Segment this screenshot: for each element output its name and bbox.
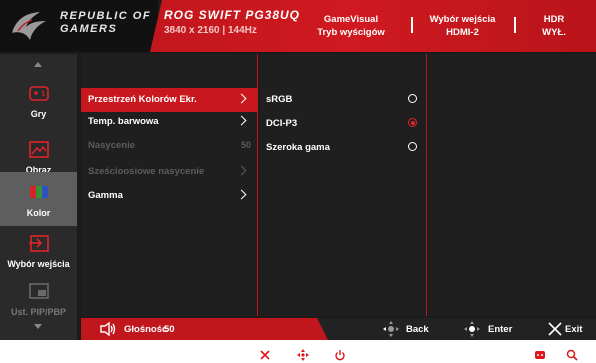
scroll-up-icon[interactable] [34, 62, 42, 67]
detail-panel [428, 54, 596, 316]
input-icon [29, 235, 49, 252]
status-value: WYŁ. [542, 27, 566, 38]
model-name: ROG SWIFT PG38UQ [164, 8, 301, 22]
menu-item-gamma[interactable]: Gamma [81, 184, 257, 208]
rog-logo-icon [12, 12, 46, 40]
column-divider [257, 54, 258, 316]
status-gamevisual: GameVisual Tryb wyścigów [296, 13, 406, 39]
picture-icon [29, 141, 49, 158]
back-button[interactable]: Back [406, 324, 429, 335]
move-icon[interactable] [297, 349, 309, 361]
radio-button[interactable] [408, 142, 417, 151]
status-input: Wybór wejścia HDMI-2 [415, 13, 510, 39]
menu-item-saturation: Nasycenie 50 [81, 134, 257, 158]
chevron-right-icon [236, 189, 247, 200]
sidebar-item-label: Gry [30, 109, 47, 119]
chevron-right-icon [236, 93, 247, 104]
menu-item-six-axis-saturation: Sześcioosiowe nasycenie [81, 160, 257, 184]
scroll-down-icon[interactable] [34, 324, 42, 329]
volume-label: Głośność [124, 324, 168, 335]
menu-item-label: Gamma [88, 190, 123, 201]
volume-bar [81, 318, 328, 340]
option-dci-p3[interactable]: DCI-P3 [259, 112, 426, 136]
joystick-back-icon [383, 321, 399, 337]
option-label: DCI-P3 [266, 118, 298, 129]
menu-item-color-space[interactable]: Przestrzeń Kolorów Ekr. [81, 88, 257, 112]
submenu-list: Przestrzeń Kolorów Ekr. Temp. barwowa Na… [81, 54, 257, 316]
brand-line-1: REPUBLIC OF [60, 10, 152, 22]
osd-menu: REPUBLIC OF GAMERS ROG SWIFT PG38UQ 3840… [0, 0, 596, 340]
brand-line-2: GAMERS [60, 23, 118, 35]
close-icon [548, 322, 562, 336]
sidebar-item-gry[interactable]: Gry [0, 76, 77, 132]
sidebar-item-kolor[interactable]: Kolor [0, 172, 77, 226]
gamevisual-icon[interactable] [534, 349, 546, 361]
enter-button[interactable]: Enter [488, 324, 512, 335]
gamepad-icon [29, 86, 49, 101]
radio-button-selected[interactable] [408, 118, 417, 127]
speaker-icon [100, 321, 116, 337]
exit-button[interactable]: Exit [565, 324, 582, 335]
model-resolution: 3840 x 2160 | 144Hz [164, 25, 257, 36]
close-icon[interactable] [259, 349, 271, 361]
status-label: HDR [543, 14, 565, 25]
power-icon[interactable] [334, 349, 346, 361]
chevron-right-icon [236, 165, 247, 176]
status-separator [411, 17, 413, 33]
status-value: Tryb wyścigów [317, 27, 385, 38]
sidebar-item-label: Kolor [26, 208, 51, 218]
joystick-enter-icon [464, 321, 480, 337]
menu-item-label: Sześcioosiowe nasycenie [88, 166, 205, 177]
search-icon[interactable] [566, 349, 578, 361]
menu-item-color-temp[interactable]: Temp. barwowa [81, 110, 257, 134]
status-label: Wybór wejścia [429, 14, 496, 25]
sidebar-item-pip-pbp[interactable]: Ust. PIP/PBP [0, 274, 77, 330]
sidebar-item-label: Wybór wejścia [7, 259, 70, 269]
menu-item-label: Przestrzeń Kolorów Ekr. [88, 94, 197, 105]
options-list: sRGB DCI-P3 Szeroka gama [259, 54, 426, 316]
menu-item-value: 50 [240, 140, 251, 150]
menu-item-label: Nasycenie [88, 140, 136, 151]
column-divider [426, 54, 427, 316]
option-label: sRGB [266, 94, 293, 105]
volume-value: 50 [164, 324, 175, 335]
option-srgb[interactable]: sRGB [259, 88, 426, 112]
sidebar-item-label: Ust. PIP/PBP [10, 307, 66, 317]
status-hdr: HDR WYŁ. [518, 13, 590, 39]
menu-item-label: Temp. barwowa [88, 116, 159, 127]
chevron-right-icon [236, 115, 247, 126]
color-icon [30, 186, 48, 198]
status-separator [514, 17, 516, 33]
option-label: Szeroka gama [266, 142, 330, 153]
status-label: GameVisual [323, 14, 379, 25]
status-value: HDMI-2 [446, 27, 479, 38]
radio-button[interactable] [408, 94, 417, 103]
option-wide-gamut[interactable]: Szeroka gama [259, 136, 426, 160]
pip-icon [29, 283, 49, 299]
sidebar: Gry Obraz Kolor Wybór wejścia Ust. PIP/P… [0, 54, 77, 340]
brand-name: REPUBLIC OF GAMERS [60, 10, 151, 36]
